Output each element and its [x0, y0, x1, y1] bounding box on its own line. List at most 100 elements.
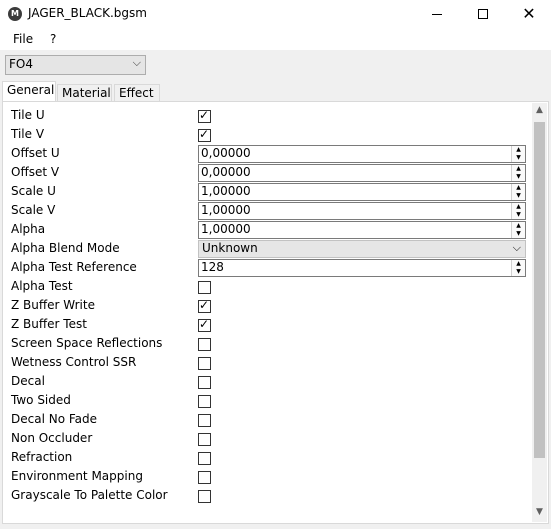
decal-no-fade-checkbox[interactable] [198, 414, 211, 427]
spin-up-icon[interactable]: ▲ [512, 222, 525, 230]
screen-space-reflections-checkbox[interactable] [198, 338, 211, 351]
maximize-button[interactable] [460, 0, 506, 28]
tile-v-checkbox[interactable]: ✓ [198, 127, 211, 142]
alpha-blend-mode-label: Alpha Blend Mode [11, 241, 120, 255]
spinner-buttons: ▲ ▼ [511, 260, 525, 276]
alpha-blend-mode-select[interactable]: Unknown ⌵ [198, 240, 526, 258]
spin-up-icon[interactable]: ▲ [512, 146, 525, 154]
z-buffer-write-checkbox[interactable]: ✓ [198, 298, 211, 313]
spin-down-icon[interactable]: ▼ [512, 230, 525, 238]
chevron-down-icon: ⌵ [132, 56, 141, 69]
property-row: Wetness Control SSR [3, 353, 533, 372]
property-row: Z Buffer Write ✓ [3, 296, 533, 315]
general-properties-panel: Tile U ✓ Tile V ✓ Offset U 0,00000 ▲ ▼ O… [2, 101, 549, 524]
property-row: Non Occluder [3, 429, 533, 448]
scrollbar-thumb[interactable] [534, 122, 545, 458]
spinner-buttons: ▲ ▼ [511, 146, 525, 162]
spinner-buttons: ▲ ▼ [511, 165, 525, 181]
alpha-test-reference-label: Alpha Test Reference [11, 260, 137, 274]
property-row: Tile V ✓ [3, 125, 533, 144]
property-row: Tile U ✓ [3, 106, 533, 125]
property-row: Alpha Test Reference 128 ▲ ▼ [3, 258, 533, 277]
checkmark-icon: ✓ [199, 108, 210, 122]
two-sided-label: Two Sided [11, 393, 71, 407]
spin-up-icon[interactable]: ▲ [512, 165, 525, 173]
scroll-up-icon[interactable]: ▲ [532, 105, 547, 117]
decal-no-fade-label: Decal No Fade [11, 412, 98, 426]
property-row: Alpha Blend Mode Unknown ⌵ [3, 239, 533, 258]
spin-down-icon[interactable]: ▼ [512, 173, 525, 181]
spin-up-icon[interactable]: ▲ [512, 260, 525, 268]
menu-file[interactable]: File [13, 32, 33, 46]
scale-v-value[interactable]: 1,00000 [201, 203, 251, 217]
spin-down-icon[interactable]: ▼ [512, 192, 525, 200]
checkmark-icon: ✓ [199, 127, 210, 141]
app-logo-icon: M [8, 7, 22, 21]
offset-u-value[interactable]: 0,00000 [201, 146, 251, 160]
property-row: Environment Mapping [3, 467, 533, 486]
alpha-value[interactable]: 1,00000 [201, 222, 251, 236]
scale-v-spinner[interactable]: 1,00000 ▲ ▼ [198, 202, 526, 220]
close-icon: ✕ [522, 4, 536, 23]
environment-mapping-checkbox[interactable] [198, 471, 211, 484]
scale-u-value[interactable]: 1,00000 [201, 184, 251, 198]
scale-v-label: Scale V [11, 203, 56, 217]
spin-up-icon[interactable]: ▲ [512, 184, 525, 192]
wetness-control-ssr-label: Wetness Control SSR [11, 355, 137, 369]
checkmark-icon: ✓ [199, 298, 210, 312]
offset-v-label: Offset V [11, 165, 60, 179]
z-buffer-write-label: Z Buffer Write [11, 298, 95, 312]
tile-u-checkbox[interactable]: ✓ [198, 108, 211, 123]
property-row: Scale V 1,00000 ▲ ▼ [3, 201, 533, 220]
property-row: Decal [3, 372, 533, 391]
alpha-test-checkbox[interactable] [198, 281, 211, 294]
minimize-button[interactable] [414, 0, 460, 28]
decal-checkbox[interactable] [198, 376, 211, 389]
z-buffer-test-checkbox[interactable]: ✓ [198, 317, 211, 332]
menu-help[interactable]: ? [50, 32, 56, 46]
scroll-down-icon[interactable]: ▼ [532, 507, 547, 519]
close-button[interactable]: ✕ [506, 0, 551, 28]
scale-u-spinner[interactable]: 1,00000 ▲ ▼ [198, 183, 526, 201]
offset-v-spinner[interactable]: 0,00000 ▲ ▼ [198, 164, 526, 182]
chevron-down-icon: ⌵ [512, 241, 521, 254]
version-select[interactable]: FO4 ⌵ [5, 55, 146, 75]
property-row: Z Buffer Test ✓ [3, 315, 533, 334]
alpha-test-reference-value[interactable]: 128 [201, 260, 224, 274]
wetness-control-ssr-checkbox[interactable] [198, 357, 211, 370]
offset-u-spinner[interactable]: 0,00000 ▲ ▼ [198, 145, 526, 163]
property-row: Scale U 1,00000 ▲ ▼ [3, 182, 533, 201]
spin-down-icon[interactable]: ▼ [512, 154, 525, 162]
two-sided-checkbox[interactable] [198, 395, 211, 408]
grayscale-to-palette-color-label: Grayscale To Palette Color [11, 488, 168, 502]
alpha-test-reference-spinner[interactable]: 128 ▲ ▼ [198, 259, 526, 277]
spinner-buttons: ▲ ▼ [511, 184, 525, 200]
tab-general[interactable]: General [2, 81, 56, 102]
spin-up-icon[interactable]: ▲ [512, 203, 525, 211]
window-title: JAGER_BLACK.bgsm [28, 6, 147, 20]
grayscale-to-palette-color-checkbox[interactable] [198, 490, 211, 503]
non-occluder-label: Non Occluder [11, 431, 93, 445]
tab-effect[interactable]: Effect [114, 84, 160, 102]
property-row: Alpha 1,00000 ▲ ▼ [3, 220, 533, 239]
vertical-scrollbar[interactable]: ▲ ▼ [532, 103, 547, 522]
offset-v-value[interactable]: 0,00000 [201, 165, 251, 179]
tab-material[interactable]: Material [57, 84, 112, 102]
non-occluder-checkbox[interactable] [198, 433, 211, 446]
property-row: Offset U 0,00000 ▲ ▼ [3, 144, 533, 163]
spinner-buttons: ▲ ▼ [511, 222, 525, 238]
decal-label: Decal [11, 374, 45, 388]
checkmark-icon: ✓ [199, 317, 210, 331]
spin-down-icon[interactable]: ▼ [512, 268, 525, 276]
version-selected-value: FO4 [9, 57, 33, 71]
spin-down-icon[interactable]: ▼ [512, 211, 525, 219]
alpha-spinner[interactable]: 1,00000 ▲ ▼ [198, 221, 526, 239]
refraction-checkbox[interactable] [198, 452, 211, 465]
screen-space-reflections-label: Screen Space Reflections [11, 336, 163, 350]
property-row: Two Sided [3, 391, 533, 410]
alpha-test-label: Alpha Test [11, 279, 73, 293]
environment-mapping-label: Environment Mapping [11, 469, 143, 483]
offset-u-label: Offset U [11, 146, 60, 160]
property-row: Refraction [3, 448, 533, 467]
property-row: Alpha Test [3, 277, 533, 296]
